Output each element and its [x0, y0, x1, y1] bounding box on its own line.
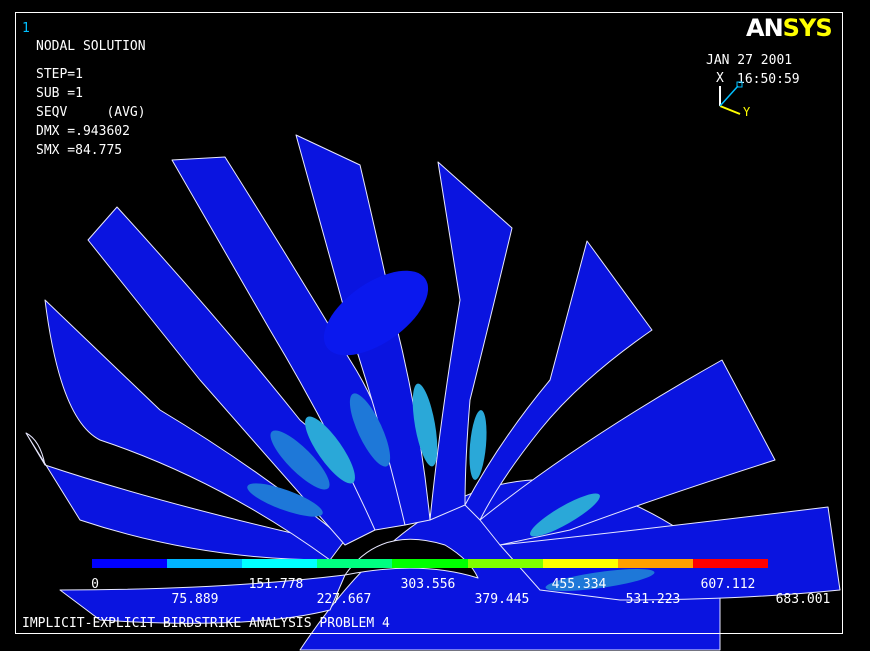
legend-color-segment [242, 559, 318, 568]
legend-color-segment [542, 559, 618, 568]
legend-label: 227.667 [316, 592, 372, 607]
legend-color-segment [167, 559, 243, 568]
legend-label: 0 [91, 577, 99, 592]
window-number: 1 [22, 21, 30, 36]
analysis-title: IMPLICIT-EXPLICIT BIRDSTRIKE ANALYSIS PR… [22, 616, 390, 631]
ansys-logo: ANSYS [746, 14, 833, 42]
legend-color-segment [692, 559, 768, 568]
result-item: SEQV (AVG) [36, 105, 146, 120]
dmx-value: DMX =.943602 [36, 124, 130, 139]
axis-triad: X Y [716, 71, 751, 119]
legend-color-segment [317, 559, 393, 568]
triad-y-label: Y [743, 105, 751, 119]
result-type: NODAL SOLUTION [36, 39, 146, 54]
legend-label: 379.445 [474, 592, 530, 607]
substep-value: SUB =1 [36, 86, 83, 101]
legend-label: 75.889 [171, 592, 219, 607]
legend-color-segment [617, 559, 693, 568]
contour-legend-bar [92, 559, 768, 568]
step-value: STEP=1 [36, 67, 83, 82]
graphics-window[interactable]: 1 ANSYS NODAL SOLUTION STEP=1 SUB =1 SEQ… [0, 0, 870, 651]
triad-x-label: X [716, 71, 724, 86]
legend-color-segment [467, 559, 543, 568]
smx-value: SMX =84.775 [36, 143, 123, 158]
date-stamp: JAN 27 2001 [706, 53, 793, 68]
legend-label: 607.112 [700, 577, 756, 592]
legend-label: 531.223 [625, 592, 681, 607]
legend-label: 455.334 [551, 577, 607, 592]
legend-color-segment [92, 559, 168, 568]
legend-label: 303.556 [400, 577, 456, 592]
legend-color-segment [392, 559, 468, 568]
legend-label: 683.001 [775, 592, 831, 607]
legend-label: 151.778 [248, 577, 304, 592]
